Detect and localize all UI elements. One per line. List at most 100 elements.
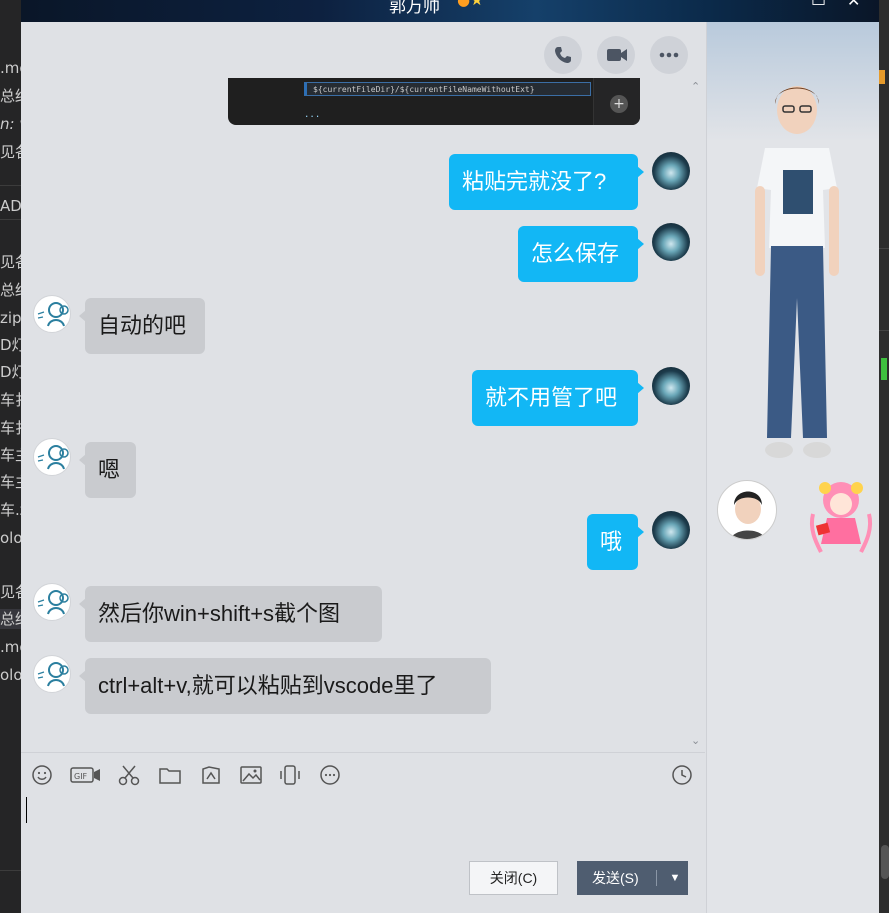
peer-avatar[interactable]: [33, 583, 71, 621]
input-divider: [21, 752, 705, 753]
divider: [0, 185, 21, 186]
editor-line: 车扌: [0, 391, 21, 409]
background-editor-strip: .mo 总结 n: v 见各 AD 见各 总结 zip D灯 D灯 车扌 车扌 …: [0, 0, 21, 913]
divider: [879, 330, 889, 331]
phone-button[interactable]: [544, 36, 582, 74]
send-button[interactable]: 发送(S) ▼: [577, 861, 688, 895]
history-clock-icon: [672, 765, 692, 785]
editor-line: olog: [0, 666, 21, 684]
close-icon[interactable]: ✕: [847, 0, 860, 10]
editor-line: 车主: [0, 446, 21, 464]
self-avatar[interactable]: [652, 152, 690, 190]
divider: [879, 248, 889, 249]
marker: [881, 358, 887, 380]
screenshot-fragment: ...: [304, 110, 321, 120]
shake-button[interactable]: [278, 763, 302, 787]
editor-line: 总结: [0, 281, 21, 299]
more-icon: [659, 52, 679, 58]
editor-line: olog: [0, 529, 21, 547]
emoji-button[interactable]: [30, 763, 54, 787]
avatar-figure-illustration: [755, 86, 839, 458]
send-separator: [656, 870, 657, 886]
history-button[interactable]: [670, 763, 694, 787]
close-button[interactable]: 关闭(C): [469, 861, 558, 895]
status-dot-icon: ●: [457, 0, 471, 9]
star-icon: ★: [470, 0, 484, 9]
scroll-up-icon[interactable]: ⌃: [691, 80, 700, 93]
editor-line: 见各: [0, 143, 21, 161]
editor-line: 车扌: [0, 419, 21, 437]
peer-avatar[interactable]: [33, 438, 71, 476]
person-avatar-icon: [730, 491, 766, 539]
minimize-icon[interactable]: ▭: [811, 0, 826, 10]
window-title: 郭万帅: [389, 0, 440, 17]
self-avatar[interactable]: [652, 367, 690, 405]
cartoon-avatar-icon: [37, 662, 69, 687]
svg-text:GIF: GIF: [74, 772, 88, 781]
video-call-icon: [607, 49, 627, 61]
cartoon-avatar-icon: [37, 445, 69, 470]
message-bubble-out[interactable]: 就不用管了吧: [472, 370, 644, 426]
phone-icon: [555, 47, 571, 63]
message-bubble-in[interactable]: 然后你win+shift+s截个图: [79, 586, 382, 642]
more-button[interactable]: [650, 36, 688, 74]
emoji-icon: [32, 765, 52, 785]
more-icon: [320, 765, 340, 785]
more-tools-button[interactable]: [318, 763, 342, 787]
image-button[interactable]: [239, 763, 263, 787]
self-avatar[interactable]: [652, 511, 690, 549]
shake-icon: [280, 765, 300, 785]
editor-line: 总结: [0, 609, 21, 629]
editor-line: 见各: [0, 583, 21, 601]
editor-line: 总结: [0, 87, 21, 105]
divider: [0, 870, 21, 871]
editor-line: .mo: [0, 638, 21, 656]
peer-avatar[interactable]: [33, 295, 71, 333]
editor-line: n: v: [0, 115, 21, 133]
editor-line: D灯: [0, 336, 21, 354]
editor-line: zip: [0, 309, 21, 327]
title-bar[interactable]: 郭万帅 ●★ ▭ ✕: [21, 0, 879, 22]
screenshot-scissors-icon: [118, 765, 140, 786]
editor-line: AD: [0, 197, 21, 215]
plus-icon: +: [610, 95, 628, 113]
image-icon: [240, 766, 262, 784]
cartoon-avatar-icon: [37, 590, 69, 615]
gif-button[interactable]: GIF: [70, 763, 102, 787]
file-button[interactable]: [158, 763, 182, 787]
peer-avatar[interactable]: [33, 655, 71, 693]
screenshot-button[interactable]: [117, 763, 141, 787]
peer-profile-avatar[interactable]: [717, 480, 777, 540]
editor-line: .mo: [0, 59, 21, 77]
gif-icon: GIF: [70, 767, 100, 783]
chevron-down-icon[interactable]: ▼: [663, 861, 687, 895]
marker: [879, 70, 885, 84]
message-bubble-out[interactable]: 粘贴完就没了?: [449, 154, 644, 210]
scroll-down-icon[interactable]: ⌄: [691, 734, 700, 747]
editor-line: 车主: [0, 473, 21, 491]
chat-pane: ${currentFileDir}/${currentFileNameWitho…: [21, 22, 705, 913]
text-input-cursor[interactable]: [26, 797, 27, 823]
screenshot-message[interactable]: ${currentFileDir}/${currentFileNameWitho…: [228, 78, 640, 125]
image-edit-button[interactable]: [199, 763, 223, 787]
message-bubble-in[interactable]: 自动的吧: [79, 298, 205, 354]
profile-side-panel: [706, 22, 879, 913]
message-bubble-in[interactable]: ctrl+alt+v,就可以粘贴到vscode里了: [79, 658, 491, 714]
folder-icon: [159, 768, 181, 784]
message-bubble-out[interactable]: 哦: [587, 514, 644, 570]
screenshot-code-line: ${currentFileDir}/${currentFileNameWitho…: [304, 82, 591, 96]
message-bubble-out[interactable]: 怎么保存: [518, 226, 644, 282]
video-call-button[interactable]: [597, 36, 635, 74]
image-edit-icon: [202, 766, 220, 784]
scrollbar-thumb[interactable]: [881, 845, 889, 879]
divider: [0, 219, 21, 220]
editor-line: D灯: [0, 363, 21, 381]
chat-window: 郭万帅 ●★ ▭ ✕ ${currentFileDir}/${currentFi…: [21, 0, 879, 913]
editor-line: 车.z: [0, 501, 21, 519]
status-icons: ●★: [457, 0, 484, 9]
message-bubble-in[interactable]: 嗯: [79, 442, 136, 498]
background-editor-right: [879, 0, 889, 913]
editor-line: 见各: [0, 253, 21, 271]
send-label: 发送(S): [592, 870, 639, 886]
self-avatar[interactable]: [652, 223, 690, 261]
